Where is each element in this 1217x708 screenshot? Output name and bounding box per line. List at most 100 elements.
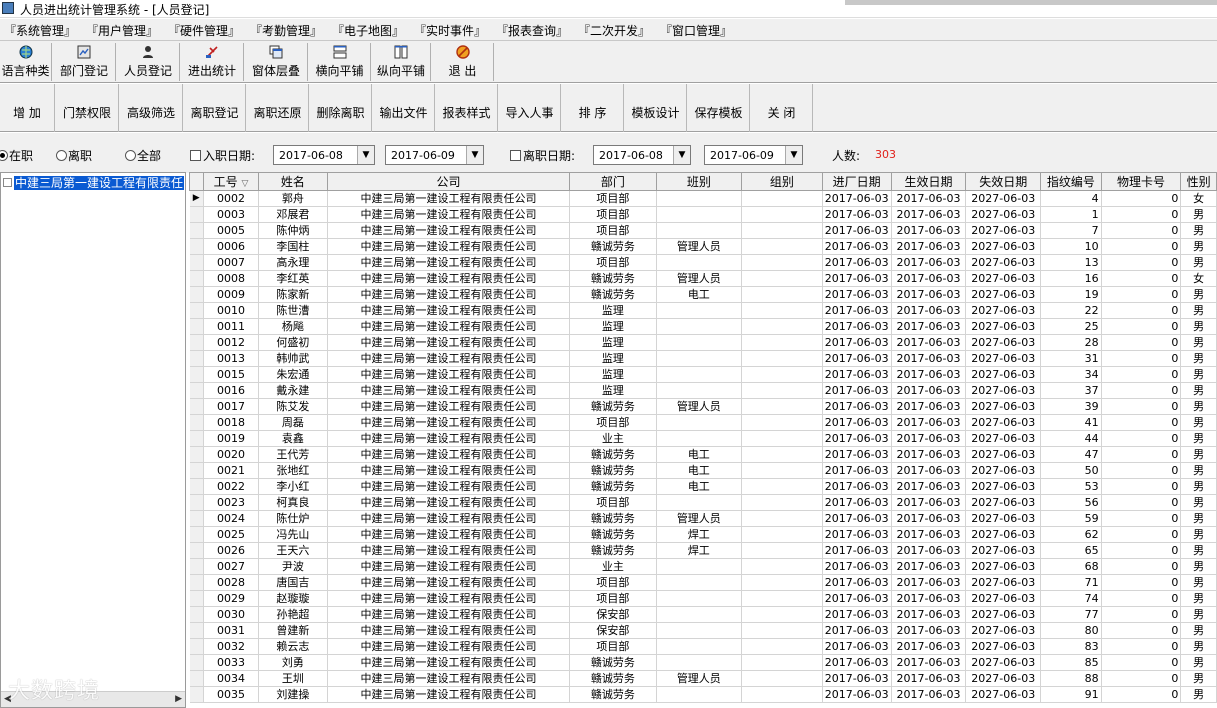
- table-cell[interactable]: 41: [1040, 414, 1102, 431]
- table-cell[interactable]: 0026: [203, 542, 260, 559]
- table-cell[interactable]: 中建三局第一建设工程有限责任公司: [327, 318, 571, 335]
- table-cell[interactable]: 0: [1101, 382, 1182, 399]
- table-cell[interactable]: 电工: [656, 286, 743, 303]
- table-row[interactable]: 0016 戴永建 中建三局第一建设工程有限责任公司 监理 2017-06-03 2017-…: [189, 382, 1217, 399]
- table-cell[interactable]: 电工: [656, 478, 743, 495]
- table-cell[interactable]: 0: [1101, 238, 1182, 255]
- table-cell[interactable]: [741, 382, 823, 399]
- table-cell[interactable]: 0017: [203, 398, 260, 415]
- table-cell[interactable]: 中建三局第一建设工程有限责任公司: [327, 622, 571, 639]
- table-cell[interactable]: 2017-06-03: [891, 254, 967, 271]
- table-cell[interactable]: 陈艾发: [258, 398, 328, 415]
- hire-date-from[interactable]: 2017-06-08 ▼: [273, 145, 375, 165]
- table-cell[interactable]: 0: [1101, 366, 1182, 383]
- table-cell[interactable]: 0: [1101, 414, 1182, 431]
- row-indicator[interactable]: [189, 478, 204, 495]
- column-header[interactable]: 物理卡号: [1100, 172, 1182, 191]
- row-indicator[interactable]: [189, 670, 204, 687]
- table-cell[interactable]: 中建三局第一建设工程有限责任公司: [327, 206, 571, 223]
- table-cell[interactable]: 男: [1180, 638, 1217, 655]
- table-cell[interactable]: 男: [1180, 286, 1217, 303]
- table-cell[interactable]: 0: [1101, 286, 1182, 303]
- table-cell[interactable]: 0032: [203, 638, 260, 655]
- table-cell[interactable]: 53: [1040, 478, 1102, 495]
- table-cell[interactable]: 管理人员: [656, 398, 743, 415]
- menu-realtime[interactable]: 『实时事件』: [414, 22, 486, 39]
- table-cell[interactable]: 2017-06-03: [891, 478, 967, 495]
- table-cell[interactable]: 2017-06-03: [822, 558, 892, 575]
- row-indicator[interactable]: [189, 398, 204, 415]
- table-cell[interactable]: 2027-06-03: [965, 222, 1042, 239]
- column-header[interactable]: 姓名: [258, 172, 328, 191]
- table-cell[interactable]: 0: [1101, 318, 1182, 335]
- table-cell[interactable]: 男: [1180, 222, 1217, 239]
- menu-map[interactable]: 『电子地图』: [332, 22, 404, 39]
- hire-date-to[interactable]: 2017-06-09 ▼: [385, 145, 484, 165]
- table-cell[interactable]: [741, 302, 823, 319]
- table-cell[interactable]: 13: [1040, 254, 1102, 271]
- table-cell[interactable]: 中建三局第一建设工程有限责任公司: [327, 590, 571, 607]
- table-cell[interactable]: 2027-06-03: [965, 430, 1042, 447]
- table-cell[interactable]: 2027-06-03: [965, 494, 1042, 511]
- table-cell[interactable]: [656, 638, 743, 655]
- table-cell[interactable]: 0: [1101, 558, 1182, 575]
- table-cell[interactable]: 管理人员: [656, 510, 743, 527]
- table-cell[interactable]: 0: [1101, 638, 1182, 655]
- leave-date-checkbox[interactable]: 离职日期:: [510, 147, 575, 164]
- table-cell[interactable]: 赣诚劳务: [569, 286, 657, 303]
- table-cell[interactable]: 邓展君: [258, 206, 328, 223]
- table-cell[interactable]: 中建三局第一建设工程有限责任公司: [327, 654, 571, 671]
- table-cell[interactable]: 男: [1180, 526, 1217, 543]
- table-cell[interactable]: 2017-06-03: [822, 654, 892, 671]
- column-header[interactable]: 组别: [741, 172, 823, 191]
- row-indicator[interactable]: [189, 350, 204, 367]
- table-cell[interactable]: [741, 222, 823, 239]
- column-header[interactable]: 进厂日期: [821, 172, 892, 191]
- table-cell[interactable]: 0: [1101, 206, 1182, 223]
- table-row[interactable]: 0023 柯真良 中建三局第一建设工程有限责任公司 项目部 2017-06-03 2017…: [189, 494, 1217, 511]
- table-cell[interactable]: 中建三局第一建设工程有限责任公司: [327, 462, 571, 479]
- tree-node-root[interactable]: 中建三局第一建设工程有限责任: [3, 174, 185, 190]
- table-cell[interactable]: 陈世漕: [258, 302, 328, 319]
- table-cell[interactable]: 女: [1180, 270, 1217, 287]
- table-cell[interactable]: 中建三局第一建设工程有限责任公司: [327, 366, 571, 383]
- row-indicator[interactable]: [189, 366, 204, 383]
- table-cell[interactable]: 保安部: [569, 606, 657, 623]
- table-cell[interactable]: 2027-06-03: [965, 590, 1042, 607]
- table-cell[interactable]: 2027-06-03: [965, 270, 1042, 287]
- table-cell[interactable]: 项目部: [569, 254, 657, 271]
- table-cell[interactable]: 中建三局第一建设工程有限责任公司: [327, 254, 571, 271]
- table-cell[interactable]: 74: [1040, 590, 1102, 607]
- table-cell[interactable]: 电工: [656, 446, 743, 463]
- table-cell[interactable]: 2027-06-03: [965, 190, 1042, 207]
- table-cell[interactable]: 2017-06-03: [822, 398, 892, 415]
- table-cell[interactable]: 男: [1180, 590, 1217, 607]
- table-cell[interactable]: 80: [1040, 622, 1102, 639]
- row-indicator[interactable]: [189, 686, 204, 703]
- table-cell[interactable]: 高永理: [258, 254, 328, 271]
- table-cell[interactable]: [656, 222, 743, 239]
- table-cell[interactable]: 0: [1101, 222, 1182, 239]
- template-design-button[interactable]: 模板设计: [625, 84, 687, 132]
- table-cell[interactable]: 65: [1040, 542, 1102, 559]
- table-cell[interactable]: 中建三局第一建设工程有限责任公司: [327, 526, 571, 543]
- table-cell[interactable]: 0015: [203, 366, 260, 383]
- table-cell[interactable]: 孙艳超: [258, 606, 328, 623]
- table-cell[interactable]: 0: [1101, 350, 1182, 367]
- table-cell[interactable]: 2017-06-03: [891, 270, 967, 287]
- table-cell[interactable]: 2017-06-03: [822, 510, 892, 527]
- menu-reports[interactable]: 『报表查询』: [496, 22, 568, 39]
- row-indicator[interactable]: [189, 238, 204, 255]
- table-cell[interactable]: 王天六: [258, 542, 328, 559]
- row-indicator[interactable]: [189, 286, 204, 303]
- table-cell[interactable]: 28: [1040, 334, 1102, 351]
- table-cell[interactable]: 0: [1101, 334, 1182, 351]
- table-row[interactable]: 0034 王圳 中建三局第一建设工程有限责任公司 赣诚劳务 管理人员 2017-06-03…: [189, 670, 1217, 687]
- table-cell[interactable]: [741, 686, 823, 703]
- table-cell[interactable]: 监理: [569, 382, 657, 399]
- table-cell[interactable]: [656, 558, 743, 575]
- row-indicator[interactable]: [189, 558, 204, 575]
- table-cell[interactable]: 44: [1040, 430, 1102, 447]
- table-cell[interactable]: 电工: [656, 462, 743, 479]
- table-cell[interactable]: 2017-06-03: [891, 446, 967, 463]
